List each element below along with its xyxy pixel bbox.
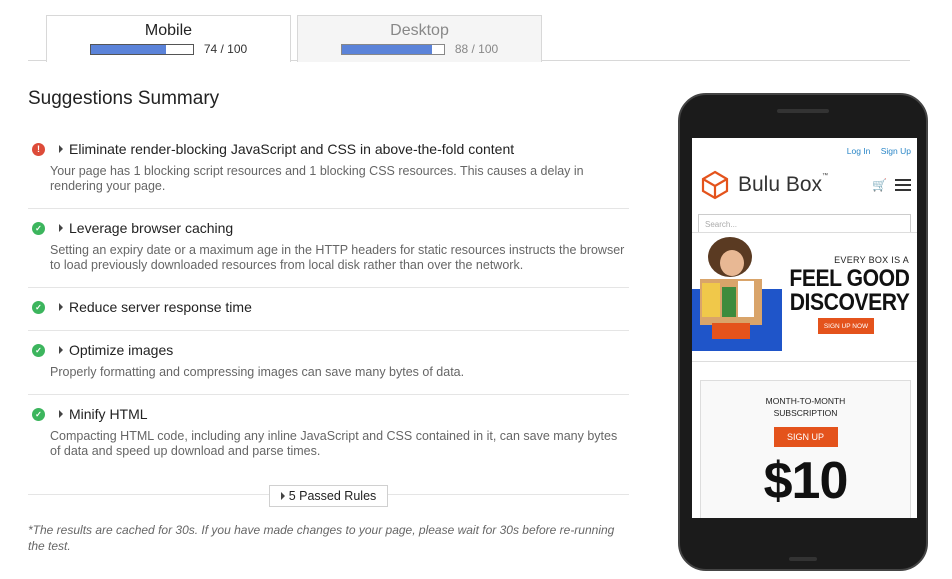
preview-plan-card: MONTH-TO-MONTH SUBSCRIPTION SIGN UP $10 [700,380,911,518]
preview-trademark: ™ [822,173,829,179]
rule-optimize-images: ✓ Optimize images Properly formatting an… [28,331,629,395]
tab-desktop-label: Desktop [390,22,449,39]
preview-hero: EVERY BOX IS A FEEL GOOD DISCOVERY SIGN … [692,232,917,362]
passed-rules-button[interactable]: 5 Passed Rules [269,485,388,507]
rule-description: Properly formatting and compressing imag… [50,365,465,379]
preview-brand: Bulu Box™ [738,173,872,197]
tab-mobile-label: Mobile [144,22,193,39]
rule-title: Leverage browser caching [69,220,234,236]
check-icon: ✓ [32,407,45,421]
phone-mic [789,557,817,561]
passed-rules-label: 5 Passed Rules [288,489,377,503]
rule-header[interactable]: ✓ Leverage browser caching [28,219,629,237]
score-bar-fill [341,44,432,54]
score-bar-fill [90,44,167,54]
tab-desktop[interactable]: Desktop 88 / 100 [297,15,542,62]
rule-header[interactable]: ✓ Reduce server response time [28,298,629,316]
score-mobile: 74 / 100 [203,42,248,56]
rule-header[interactable]: ! Eliminate render-blocking JavaScript a… [28,140,629,158]
check-icon: ✓ [32,300,45,314]
rule-title: Optimize images [69,342,174,358]
expand-triangle-icon [59,410,63,418]
hero-headline: FEEL GOOD DISCOVERY [789,267,909,315]
hamburger-menu-icon [895,176,911,194]
exclamation-icon: ! [32,142,45,156]
preview-search: Search... [698,214,911,234]
expand-triangle-icon [59,224,63,232]
rule-minify-html: ✓ Minify HTML Compacting HTML code, incl… [28,395,629,473]
tab-mobile[interactable]: Mobile 74 / 100 [46,15,291,62]
expand-triangle-icon [59,303,63,311]
plan-signup-button: SIGN UP [773,427,838,447]
cache-footnote: *The results are cached for 30s. If you … [28,523,615,553]
rule-title: Minify HTML [69,406,148,422]
hero-line-3: DISCOVERY [789,289,909,316]
rule-header[interactable]: ✓ Optimize images [28,341,629,359]
score-bar-mobile [89,43,194,55]
rule-server-response: ✓ Reduce server response time [28,288,629,331]
preview-login-link: Log In [846,146,871,156]
rules-list: ! Eliminate render-blocking JavaScript a… [28,130,629,473]
check-icon: ✓ [32,221,45,235]
phone-preview: Log In Sign Up Bulu Box™ 🛒 Search... EVE… [678,93,928,571]
phone-screen: Log In Sign Up Bulu Box™ 🛒 Search... EVE… [692,138,917,518]
rule-render-blocking: ! Eliminate render-blocking JavaScript a… [28,130,629,209]
plan-title: MONTH-TO-MONTH SUBSCRIPTION [701,395,910,419]
expand-triangle-icon [59,145,63,153]
rule-description: Your page has 1 blocking script resource… [50,164,584,193]
expand-triangle-icon [280,492,285,500]
expand-triangle-icon [59,346,63,354]
plan-price: $10 [763,452,849,510]
rule-description: Setting an expiry date or a maximum age … [50,243,625,272]
plan-line-2: SUBSCRIPTION [773,408,838,418]
preview-header: Bulu Box™ 🛒 [692,163,917,207]
preview-signup-link: Sign Up [880,146,911,156]
rule-title: Reduce server response time [69,299,252,315]
rule-browser-caching: ✓ Leverage browser caching Setting an ex… [28,209,629,288]
cart-icon: 🛒 [872,178,887,192]
bulu-box-logo-icon [701,170,729,200]
preview-brand-text: Bulu Box [738,173,823,196]
score-tabs: Mobile 74 / 100 Desktop 88 / 100 [28,0,910,62]
plan-line-1: MONTH-TO-MONTH [765,396,846,406]
hero-person-with-box-image [692,237,782,351]
phone-speaker [777,109,829,113]
check-icon: ✓ [32,343,45,357]
rule-description: Compacting HTML code, including any inli… [50,429,618,458]
score-bar-desktop [340,43,445,55]
score-desktop: 88 / 100 [454,42,499,56]
preview-account-links: Log In Sign Up [692,138,917,163]
rule-title: Eliminate render-blocking JavaScript and… [69,141,515,157]
hero-line-2: FEEL GOOD [788,265,909,292]
rule-header[interactable]: ✓ Minify HTML [28,405,629,423]
hero-signup-button: SIGN UP NOW [818,318,874,334]
hero-line-1: EVERY BOX IS A [834,255,909,265]
page-title: Suggestions Summary [28,88,220,109]
